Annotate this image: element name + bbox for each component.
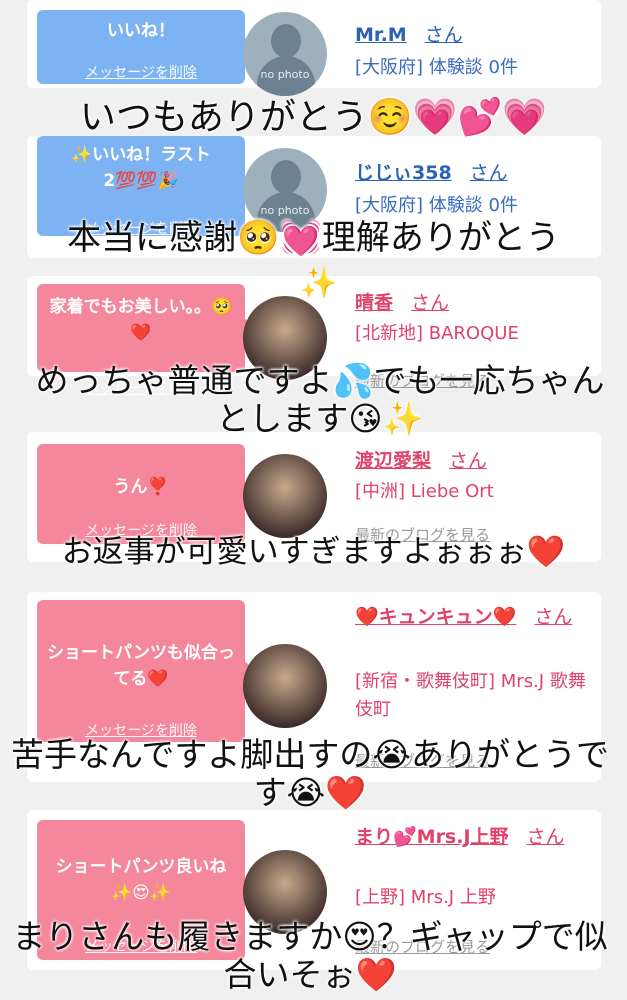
user-info: [上野] Mrs.J 上野 bbox=[355, 887, 496, 908]
user-name[interactable]: まり💕Mrs.J上野 bbox=[355, 826, 509, 848]
like-message-text: いいね！ bbox=[107, 21, 175, 41]
honorific: さん bbox=[424, 24, 463, 46]
user-info: [新宿・歌舞伎町] Mrs.J 歌舞伎町 bbox=[355, 671, 586, 720]
like-message-bubble: ショートパンツも似合ってる❤️ メッセージを削除 bbox=[37, 600, 258, 742]
avatar[interactable]: no photo bbox=[243, 12, 327, 96]
overlay-caption: 苦手なんですよ脚出すの😭ありがとうです😭❤️ bbox=[11, 735, 609, 812]
user-name-link[interactable]: 晴香 さん bbox=[355, 288, 449, 315]
user-info: [中洲] Liebe Ort bbox=[355, 481, 494, 502]
user-name[interactable]: じじぃ358 bbox=[355, 162, 452, 184]
user-name-link[interactable]: ❤️キュンキュン❤️ さん bbox=[355, 602, 595, 632]
like-message-text: ✨いいね！ラスト2💯💯🎉 bbox=[71, 145, 211, 191]
like-message-text: 家着でもお美しい。。🥺❤️ bbox=[49, 297, 233, 343]
delete-message-link[interactable]: メッセージを削除 bbox=[37, 62, 245, 82]
user-name[interactable]: Mr.M bbox=[355, 24, 407, 46]
honorific: さん bbox=[526, 826, 565, 848]
user-name-link[interactable]: じじぃ358 さん bbox=[355, 158, 508, 185]
user-info: [大阪府] 体験談 0件 bbox=[355, 195, 518, 216]
honorific: さん bbox=[449, 450, 488, 472]
no-photo-label: no photo bbox=[260, 68, 310, 81]
user-name[interactable]: ❤️キュンキュン❤️ bbox=[355, 606, 516, 628]
overlay-caption: いつもありがとう☺️💗💕💗 bbox=[79, 97, 548, 138]
overlay-caption: お返事が可愛いすぎますよぉぉぉ❤️ bbox=[61, 534, 566, 570]
avatar[interactable] bbox=[243, 454, 327, 538]
like-message-text: ショートパンツ良いね✨😍✨ bbox=[55, 857, 227, 903]
sparkle-emoji: ✨ bbox=[300, 266, 338, 301]
like-message-text: ショートパンツも似合ってる❤️ bbox=[47, 643, 235, 689]
user-name[interactable]: 晴香 bbox=[355, 292, 393, 314]
user-info: [大阪府] 体験談 0件 bbox=[355, 57, 518, 78]
overlay-caption: まりさんも履きますか😍？ギャップで似合いそぉ❤️ bbox=[12, 917, 608, 994]
honorific: さん bbox=[534, 606, 573, 628]
overlay-caption: めっちゃ普通ですよ💦でも一応ちゃんとします😘✨ bbox=[35, 361, 605, 438]
user-name-link[interactable]: 渡辺愛梨 さん bbox=[355, 446, 487, 473]
user-name[interactable]: 渡辺愛梨 bbox=[355, 450, 431, 472]
user-name-link[interactable]: Mr.M さん bbox=[355, 20, 463, 47]
like-card: いいね！ メッセージを削除 no photo Mr.M さん [大阪府] 体験談 … bbox=[27, 0, 601, 96]
no-photo-label: no photo bbox=[260, 204, 310, 217]
like-message-text: うん❣️ bbox=[113, 477, 169, 497]
user-name-link[interactable]: まり💕Mrs.J上野 さん bbox=[355, 822, 595, 852]
like-message-bubble: 家着でもお美しい。。🥺❤️ メッセージを削除 bbox=[37, 284, 258, 397]
like-message-bubble: いいね！ メッセージを削除 bbox=[37, 10, 258, 84]
avatar-silhouette-head bbox=[271, 160, 301, 194]
user-info: [北新地] BAROQUE bbox=[355, 323, 519, 344]
like-message-bubble: うん❣️ メッセージを削除 bbox=[37, 444, 258, 544]
honorific: さん bbox=[411, 292, 450, 314]
overlay-caption: 本当に感謝🥺💓理解ありがとう bbox=[67, 218, 560, 258]
avatar[interactable] bbox=[243, 644, 327, 728]
honorific: さん bbox=[469, 162, 508, 184]
avatar-silhouette-head bbox=[271, 24, 301, 58]
